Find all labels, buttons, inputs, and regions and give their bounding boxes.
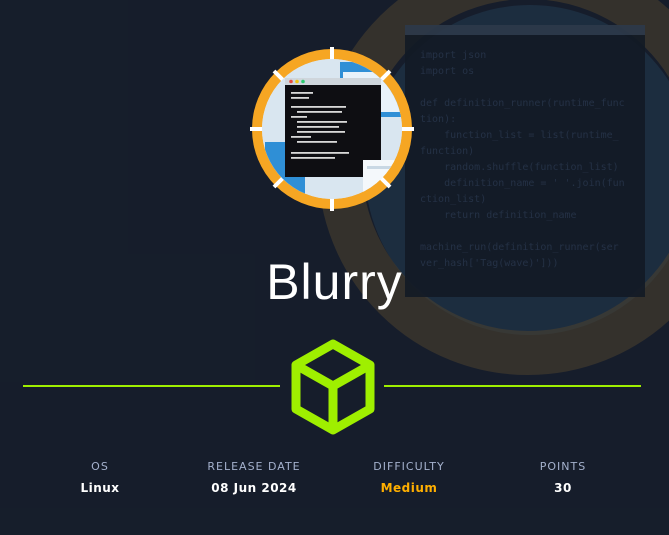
stat-difficulty: DIFFICULTY Medium bbox=[344, 460, 474, 496]
stat-release-date: RELEASE DATE 08 Jun 2024 bbox=[189, 460, 319, 496]
stat-difficulty-label: DIFFICULTY bbox=[373, 460, 445, 473]
stat-points-value: 30 bbox=[554, 481, 572, 495]
stat-release-date-value: 08 Jun 2024 bbox=[211, 481, 297, 495]
stat-points: POINTS 30 bbox=[498, 460, 628, 496]
stat-release-date-label: RELEASE DATE bbox=[207, 460, 301, 473]
divider-left bbox=[23, 385, 280, 387]
machine-name: Blurry bbox=[266, 254, 403, 310]
stat-points-label: POINTS bbox=[539, 460, 587, 473]
stat-os-value: Linux bbox=[80, 481, 120, 495]
stat-os-label: OS bbox=[91, 460, 109, 473]
cube-icon bbox=[291, 339, 375, 435]
stat-os: OS Linux bbox=[35, 460, 165, 496]
stat-difficulty-value: Medium bbox=[380, 481, 438, 495]
divider-right bbox=[384, 385, 641, 387]
machine-avatar-icon bbox=[250, 47, 414, 211]
